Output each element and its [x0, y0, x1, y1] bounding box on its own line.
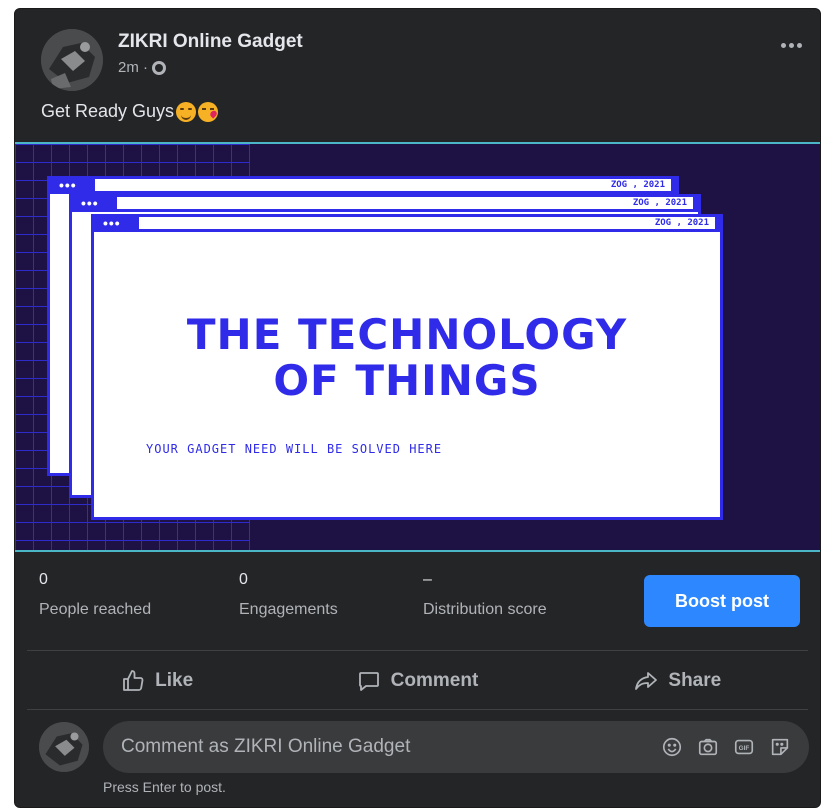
- comment-input[interactable]: [121, 736, 661, 758]
- divider: [27, 650, 808, 651]
- window-titlebar: ••• ZOG , 2021: [69, 194, 701, 212]
- divider: [27, 709, 808, 710]
- stat-engagements[interactable]: 0 Engagements: [239, 571, 338, 619]
- window-tag: ZOG , 2021: [116, 197, 693, 209]
- stat-value: 0: [239, 571, 248, 588]
- window-titlebar: ••• ZOG , 2021: [47, 176, 679, 194]
- comment-button[interactable]: Comment: [287, 657, 547, 705]
- post-meta: 2m ·: [118, 59, 166, 76]
- smiling-face-emoji: [176, 101, 197, 122]
- window-tag: ZOG , 2021: [138, 217, 715, 229]
- comment-bubble-icon: [358, 672, 379, 691]
- camera-icon[interactable]: [697, 736, 719, 758]
- share-arrow-icon: [635, 672, 658, 690]
- comment-tools: GIF: [661, 736, 791, 758]
- stat-label: Engagements: [239, 601, 338, 618]
- dot-icon: [797, 43, 802, 48]
- caption-text: Get Ready Guys: [41, 101, 175, 121]
- headline-line-2: OF THINGS: [273, 356, 541, 405]
- share-label: Share: [668, 670, 722, 691]
- boost-post-button[interactable]: Boost post: [644, 575, 800, 627]
- post-image[interactable]: ••• ZOG , 2021 ••• ZOG , 2021 ••• ZOG , …: [15, 142, 820, 552]
- post-time[interactable]: 2m ·: [118, 59, 148, 76]
- window-dots-icon: •••: [103, 215, 121, 231]
- window-tag: ZOG , 2021: [94, 179, 671, 191]
- author-avatar[interactable]: [41, 29, 103, 91]
- face-blowing-kiss-emoji: [198, 101, 219, 122]
- comment-box: GIF: [103, 721, 809, 773]
- globe-icon: [152, 60, 166, 75]
- window-front: ••• ZOG , 2021 THE TECHNOLOGY OF THINGS …: [91, 214, 723, 520]
- stat-label: People reached: [39, 601, 152, 618]
- headline-line-1: THE TECHNOLOGY: [186, 310, 628, 359]
- dot-icon: [781, 43, 786, 48]
- gif-icon[interactable]: GIF: [733, 736, 755, 758]
- author-name[interactable]: ZIKRI Online Gadget: [118, 31, 303, 53]
- dot-icon: [789, 43, 794, 48]
- commenter-avatar[interactable]: [39, 722, 89, 772]
- like-button[interactable]: Like: [27, 657, 287, 705]
- window-dots-icon: •••: [81, 195, 99, 211]
- stat-people-reached[interactable]: 0 People reached: [39, 571, 151, 619]
- comment-label: Comment: [390, 670, 479, 691]
- svg-text:GIF: GIF: [739, 745, 750, 752]
- image-subline: YOUR GADGET NEED WILL BE SOLVED HERE: [146, 442, 443, 456]
- comment-hint: Press Enter to post.: [103, 779, 226, 795]
- more-options-button[interactable]: [781, 43, 802, 48]
- image-headline: THE TECHNOLOGY OF THINGS: [94, 312, 720, 404]
- sticker-icon[interactable]: [769, 736, 791, 758]
- stat-distribution-score[interactable]: – Distribution score: [423, 571, 547, 619]
- window-dots-icon: •••: [59, 177, 77, 193]
- stat-value: –: [423, 571, 432, 588]
- stat-value: 0: [39, 571, 48, 588]
- like-label: Like: [155, 670, 194, 691]
- share-button[interactable]: Share: [548, 657, 808, 705]
- post-card: ZIKRI Online Gadget 2m · Get Ready Guys …: [14, 8, 821, 808]
- emoji-icon[interactable]: [661, 736, 683, 758]
- post-caption: Get Ready Guys: [41, 101, 219, 122]
- thumbs-up-icon: [123, 670, 144, 691]
- window-titlebar: ••• ZOG , 2021: [91, 214, 723, 232]
- post-actions: Like Comment Share: [27, 657, 808, 705]
- stat-label: Distribution score: [423, 601, 547, 618]
